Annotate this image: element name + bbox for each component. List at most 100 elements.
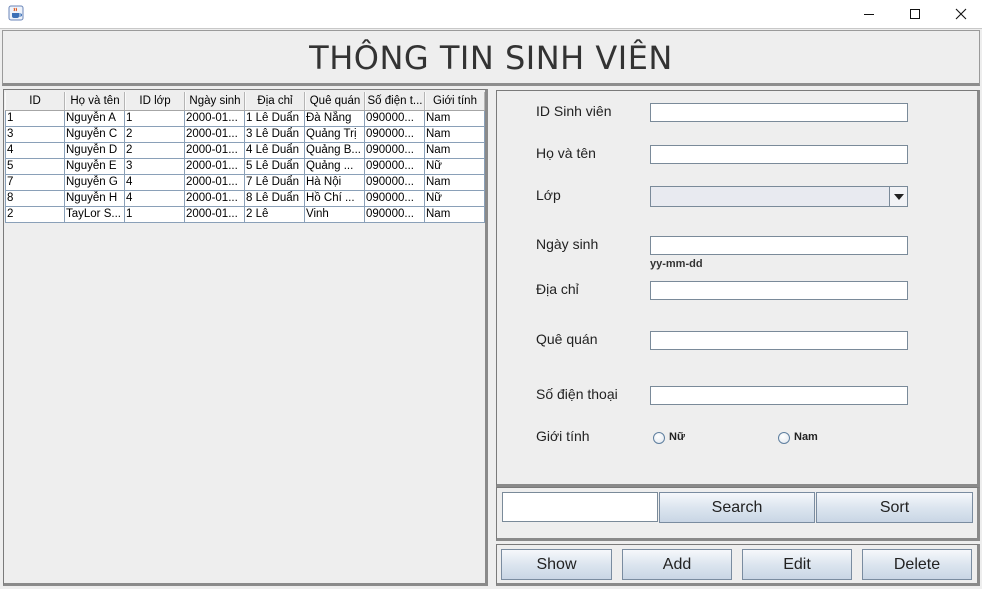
dob-field[interactable]	[650, 236, 908, 255]
search-input[interactable]	[502, 492, 658, 522]
table-cell[interactable]: 3	[5, 127, 65, 143]
table-cell[interactable]: Vinh	[305, 207, 365, 223]
table-cell[interactable]: 090000...	[365, 175, 425, 191]
column-header-class-id[interactable]: ID lớp	[125, 92, 185, 110]
hometown-field[interactable]	[650, 331, 908, 350]
table-row[interactable]: 1 Nguyễn A 1 2000-01... 1 Lê Duẩn Đà Nẵng 0900…	[5, 111, 485, 127]
table-cell[interactable]: 3	[125, 159, 185, 175]
table-row[interactable]: 8 Nguyễn H 4 2000-01... 8 Lê Duẩn Hồ Chí ... 0…	[5, 191, 485, 207]
column-header-phone[interactable]: Số điện t...	[365, 92, 425, 110]
table-cell[interactable]: Nguyễn G	[65, 175, 125, 191]
table-cell[interactable]: 4	[125, 175, 185, 191]
delete-button[interactable]: Delete	[862, 549, 972, 580]
class-select[interactable]	[650, 186, 908, 207]
gender-male-label[interactable]: Nam	[794, 431, 818, 443]
table-cell[interactable]: 2000-01...	[185, 127, 245, 143]
table-cell[interactable]: Nguyễn E	[65, 159, 125, 175]
table-cell[interactable]: Nam	[425, 207, 485, 223]
table-cell[interactable]: 090000...	[365, 159, 425, 175]
edit-button[interactable]: Edit	[742, 549, 852, 580]
hometown-label: Quê quán	[536, 331, 598, 347]
table-cell[interactable]: 1	[125, 207, 185, 223]
table-cell[interactable]: Nguyễn C	[65, 127, 125, 143]
table-cell[interactable]: 1	[5, 111, 65, 127]
column-header-dob[interactable]: Ngày sinh	[185, 92, 245, 110]
table-body: 1 Nguyễn A 1 2000-01... 1 Lê Duẩn Đà Nẵng 0900…	[5, 111, 485, 223]
table-cell[interactable]: Hà Nội	[305, 175, 365, 191]
table-row[interactable]: 4 Nguyễn D 2 2000-01... 4 Lê Duẩn Quảng B... 0…	[5, 143, 485, 159]
table-cell[interactable]: Quảng ...	[305, 159, 365, 175]
table-cell[interactable]: 5	[5, 159, 65, 175]
gender-female-radio[interactable]	[653, 432, 665, 444]
table-cell[interactable]: 4	[5, 143, 65, 159]
table-cell[interactable]: Nam	[425, 111, 485, 127]
address-field[interactable]	[650, 281, 908, 300]
column-header-name[interactable]: Họ và tên	[65, 92, 125, 110]
table-cell[interactable]: Hồ Chí ...	[305, 191, 365, 207]
table-row[interactable]: 5 Nguyễn E 3 2000-01... 5 Lê Duẩn Quảng ... 09…	[5, 159, 485, 175]
table-cell[interactable]: 2 Lê	[245, 207, 305, 223]
phone-field[interactable]	[650, 386, 908, 405]
table-cell[interactable]: Nam	[425, 175, 485, 191]
dob-format-hint: yy-mm-dd	[650, 258, 703, 270]
gender-female-label[interactable]: Nữ	[669, 431, 685, 443]
table-cell[interactable]: 090000...	[365, 191, 425, 207]
table-cell[interactable]: 3 Lê Duẩn	[245, 127, 305, 143]
table-cell[interactable]: Quảng B...	[305, 143, 365, 159]
name-field[interactable]	[650, 145, 908, 164]
column-header-gender[interactable]: Giới tính	[425, 92, 485, 110]
table-cell[interactable]: 8	[5, 191, 65, 207]
table-cell[interactable]: 2	[5, 207, 65, 223]
chevron-down-icon[interactable]	[889, 187, 907, 206]
window-title-bar	[0, 0, 982, 28]
table-cell[interactable]: Nguyễn A	[65, 111, 125, 127]
column-header-id[interactable]: ID	[5, 92, 65, 110]
table-cell[interactable]: 2	[125, 127, 185, 143]
column-header-hometown[interactable]: Quê quán	[305, 92, 365, 110]
table-cell[interactable]: 090000...	[365, 111, 425, 127]
table-cell[interactable]: Nam	[425, 127, 485, 143]
close-icon[interactable]	[938, 0, 982, 28]
table-cell[interactable]: 4 Lê Duẩn	[245, 143, 305, 159]
table-cell[interactable]: TayLor S...	[65, 207, 125, 223]
table-cell[interactable]: 2000-01...	[185, 207, 245, 223]
table-cell[interactable]: 2	[125, 143, 185, 159]
table-cell[interactable]: Quảng Trị	[305, 127, 365, 143]
table-cell[interactable]: 2000-01...	[185, 175, 245, 191]
table-cell[interactable]: 1	[125, 111, 185, 127]
table-cell[interactable]: 090000...	[365, 207, 425, 223]
table-cell[interactable]: 8 Lê Duẩn	[245, 191, 305, 207]
gender-label: Giới tính	[536, 428, 590, 444]
student-table[interactable]: ID Họ và tên ID lớp Ngày sinh Địa chỉ Qu…	[5, 92, 485, 223]
table-cell[interactable]: Nam	[425, 143, 485, 159]
maximize-icon[interactable]	[892, 0, 938, 28]
table-cell[interactable]: 5 Lê Duẩn	[245, 159, 305, 175]
table-cell[interactable]: 4	[125, 191, 185, 207]
table-cell[interactable]: 090000...	[365, 127, 425, 143]
minimize-icon[interactable]	[846, 0, 892, 28]
table-row[interactable]: 2 TayLor S... 1 2000-01... 2 Lê Vinh 090000...…	[5, 207, 485, 223]
name-label: Họ và tên	[536, 145, 596, 161]
table-cell[interactable]: 7	[5, 175, 65, 191]
column-header-address[interactable]: Địa chỉ	[245, 92, 305, 110]
add-button[interactable]: Add	[622, 549, 732, 580]
table-cell[interactable]: 2000-01...	[185, 191, 245, 207]
show-button[interactable]: Show	[501, 549, 612, 580]
table-cell[interactable]: 2000-01...	[185, 111, 245, 127]
search-button[interactable]: Search	[659, 492, 815, 523]
table-cell[interactable]: Nguyễn D	[65, 143, 125, 159]
table-cell[interactable]: Nữ	[425, 159, 485, 175]
gender-male-radio[interactable]	[778, 432, 790, 444]
table-cell[interactable]: 1 Lê Duẩn	[245, 111, 305, 127]
table-cell[interactable]: Nữ	[425, 191, 485, 207]
table-cell[interactable]: 7 Lê Duẩn	[245, 175, 305, 191]
id-field[interactable]	[650, 103, 908, 122]
table-row[interactable]: 3 Nguyễn C 2 2000-01... 3 Lê Duẩn Quảng Trị 09…	[5, 127, 485, 143]
table-cell[interactable]: 2000-01...	[185, 143, 245, 159]
table-row[interactable]: 7 Nguyễn G 4 2000-01... 7 Lê Duẩn Hà Nội 09000…	[5, 175, 485, 191]
table-cell[interactable]: 2000-01...	[185, 159, 245, 175]
sort-button[interactable]: Sort	[816, 492, 973, 523]
table-cell[interactable]: 090000...	[365, 143, 425, 159]
table-cell[interactable]: Nguyễn H	[65, 191, 125, 207]
table-cell[interactable]: Đà Nẵng	[305, 111, 365, 127]
